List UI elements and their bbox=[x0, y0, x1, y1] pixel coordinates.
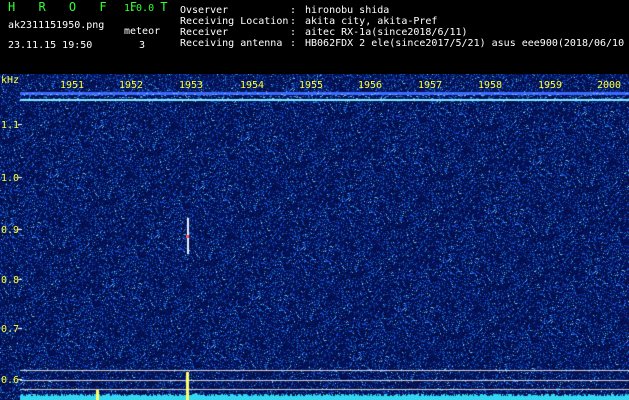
y-tick-label: 1.1 bbox=[1, 120, 20, 131]
x-tick-label: 1951 bbox=[60, 80, 85, 91]
x-tick-label: 1955 bbox=[299, 80, 324, 91]
y-axis-unit: kHz bbox=[1, 75, 20, 86]
observer-values: hironobu shida akita city, akita-Pref ai… bbox=[305, 5, 624, 49]
spectrogram-canvas bbox=[0, 74, 629, 400]
capture-datetime: 23.11.15 19:50 bbox=[8, 40, 93, 51]
antenna-label: Receiving antenna bbox=[180, 38, 283, 49]
antenna-value: HB062FDX 2 ele(since2017/5/21) asus eee9… bbox=[305, 38, 625, 49]
location-label: Receiving Location bbox=[180, 16, 289, 27]
location-value: akita city, akita-Pref bbox=[305, 16, 438, 27]
y-tick-label: 0.6 bbox=[1, 375, 20, 386]
x-tick-label: 1953 bbox=[179, 80, 204, 91]
header-panel: H R O F F T 1.0.0 ak2311151950.png meteo… bbox=[0, 0, 629, 74]
x-tick-label: 1954 bbox=[240, 80, 265, 91]
file-name: ak2311151950.png bbox=[8, 20, 105, 31]
receiver-label: Receiver bbox=[180, 27, 229, 38]
observer-value: hironobu shida bbox=[305, 5, 390, 16]
x-tick-label: 1957 bbox=[418, 80, 443, 91]
receiver-value: aitec RX-1a(since2018/6/11) bbox=[305, 27, 468, 38]
app-version: 1.0.0 bbox=[124, 3, 155, 14]
y-tick-label: 0.9 bbox=[1, 225, 20, 236]
x-tick-label: 1956 bbox=[358, 80, 383, 91]
observer-colons: :::: bbox=[290, 5, 297, 49]
meteor-count: 3 bbox=[139, 40, 146, 51]
meteor-label: meteor bbox=[124, 26, 161, 37]
x-tick-label: 2000 bbox=[597, 80, 622, 91]
y-tick-label: 0.8 bbox=[1, 275, 20, 286]
y-tick-label: 0.7 bbox=[1, 324, 20, 335]
observer-labels: Ovserver Receiving Location Receiver Rec… bbox=[180, 5, 288, 49]
x-tick-label: 1952 bbox=[119, 80, 144, 91]
x-tick-label: 1959 bbox=[538, 80, 563, 91]
observer-label: Ovserver bbox=[180, 5, 229, 16]
x-tick-label: 1958 bbox=[478, 80, 503, 91]
y-tick-label: 1.0 bbox=[1, 173, 20, 184]
